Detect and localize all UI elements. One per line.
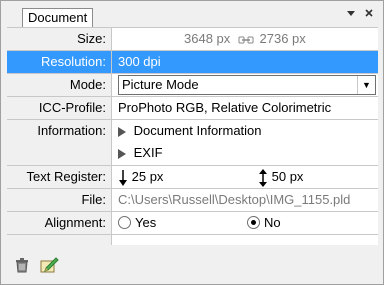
panel-titlebar: Document — [1, 1, 383, 28]
trash-icon[interactable] — [13, 256, 31, 274]
file-label: File: — [7, 189, 112, 211]
alignment-no-option[interactable]: No — [247, 212, 281, 234]
grid-spacer — [7, 235, 378, 245]
resolution-value[interactable]: 300 dpi — [112, 51, 378, 73]
properties-grid: Size: 3648 px 2736 px Resolution: 300 dp… — [7, 27, 378, 245]
mode-value-cell: Picture Mode ▼ — [112, 74, 378, 96]
text-register-first[interactable]: 25 px — [118, 166, 163, 188]
tab-document[interactable]: Document — [22, 8, 94, 28]
resolution-label: Resolution: — [7, 51, 112, 73]
icc-value[interactable]: ProPhoto RGB, Relative Colorimetric — [112, 97, 378, 119]
mode-selected-value: Picture Mode — [122, 77, 199, 92]
size-height: 2736 px — [259, 31, 306, 46]
expand-arrow-icon[interactable] — [118, 126, 126, 137]
exif-label: EXIF — [133, 145, 163, 160]
grid-spacer-label — [7, 235, 112, 245]
alignment-row: Alignment: Yes No — [7, 212, 378, 235]
exif-item[interactable]: EXIF — [118, 142, 378, 164]
size-width: 3648 px — [184, 31, 231, 46]
file-value: C:\Users\Russell\Desktop\IMG_1155.pld — [118, 192, 351, 207]
chevron-down-icon[interactable]: ▼ — [357, 76, 375, 94]
grid-spacer-value — [112, 235, 378, 245]
information-row: Information: Document Information EXIF — [7, 120, 378, 166]
file-row: File: C:\Users\Russell\Desktop\IMG_1155.… — [7, 189, 378, 212]
link-icon — [238, 36, 254, 44]
text-register-value2: 50 px — [271, 169, 304, 184]
text-register-value: 25 px 50 px — [112, 166, 378, 188]
expand-arrow-icon[interactable] — [118, 148, 126, 159]
pin-icon[interactable] — [344, 7, 358, 21]
document-information-label: Document Information — [133, 123, 262, 138]
alignment-label: Alignment: — [7, 212, 112, 234]
information-value: Document Information EXIF — [112, 120, 378, 165]
alignment-yes-option[interactable]: Yes — [118, 212, 156, 234]
resolution-row[interactable]: Resolution: 300 dpi — [7, 51, 378, 74]
size-label: Size: — [7, 28, 112, 50]
mode-label: Mode: — [7, 74, 112, 96]
mode-select[interactable]: Picture Mode ▼ — [118, 75, 376, 95]
information-label: Information: — [7, 120, 112, 165]
radio-yes[interactable] — [118, 216, 131, 230]
size-value: 3648 px 2736 px — [112, 28, 378, 50]
text-register-row: Text Register: 25 px 50 px — [7, 166, 378, 189]
size-row: Size: 3648 px 2736 px — [7, 28, 378, 51]
icc-row: ICC-Profile: ProPhoto RGB, Relative Colo… — [7, 97, 378, 120]
text-register-second[interactable]: 50 px — [258, 166, 303, 188]
edit-icon[interactable] — [40, 256, 59, 274]
alignment-no-label: No — [264, 215, 281, 230]
arrow-down-icon — [119, 169, 127, 186]
text-register-label: Text Register: — [7, 166, 112, 188]
close-icon[interactable] — [362, 7, 376, 21]
arrow-updown-icon — [259, 168, 267, 187]
radio-no[interactable] — [247, 216, 260, 230]
icc-label: ICC-Profile: — [7, 97, 112, 119]
alignment-yes-label: Yes — [135, 215, 157, 230]
mode-row: Mode: Picture Mode ▼ — [7, 74, 378, 97]
text-register-value1: 25 px — [131, 169, 164, 184]
document-information-item[interactable]: Document Information — [118, 120, 378, 142]
document-panel: Document Size: 3648 px 2736 px Resolutio… — [0, 0, 384, 285]
alignment-value: Yes No — [112, 212, 378, 234]
